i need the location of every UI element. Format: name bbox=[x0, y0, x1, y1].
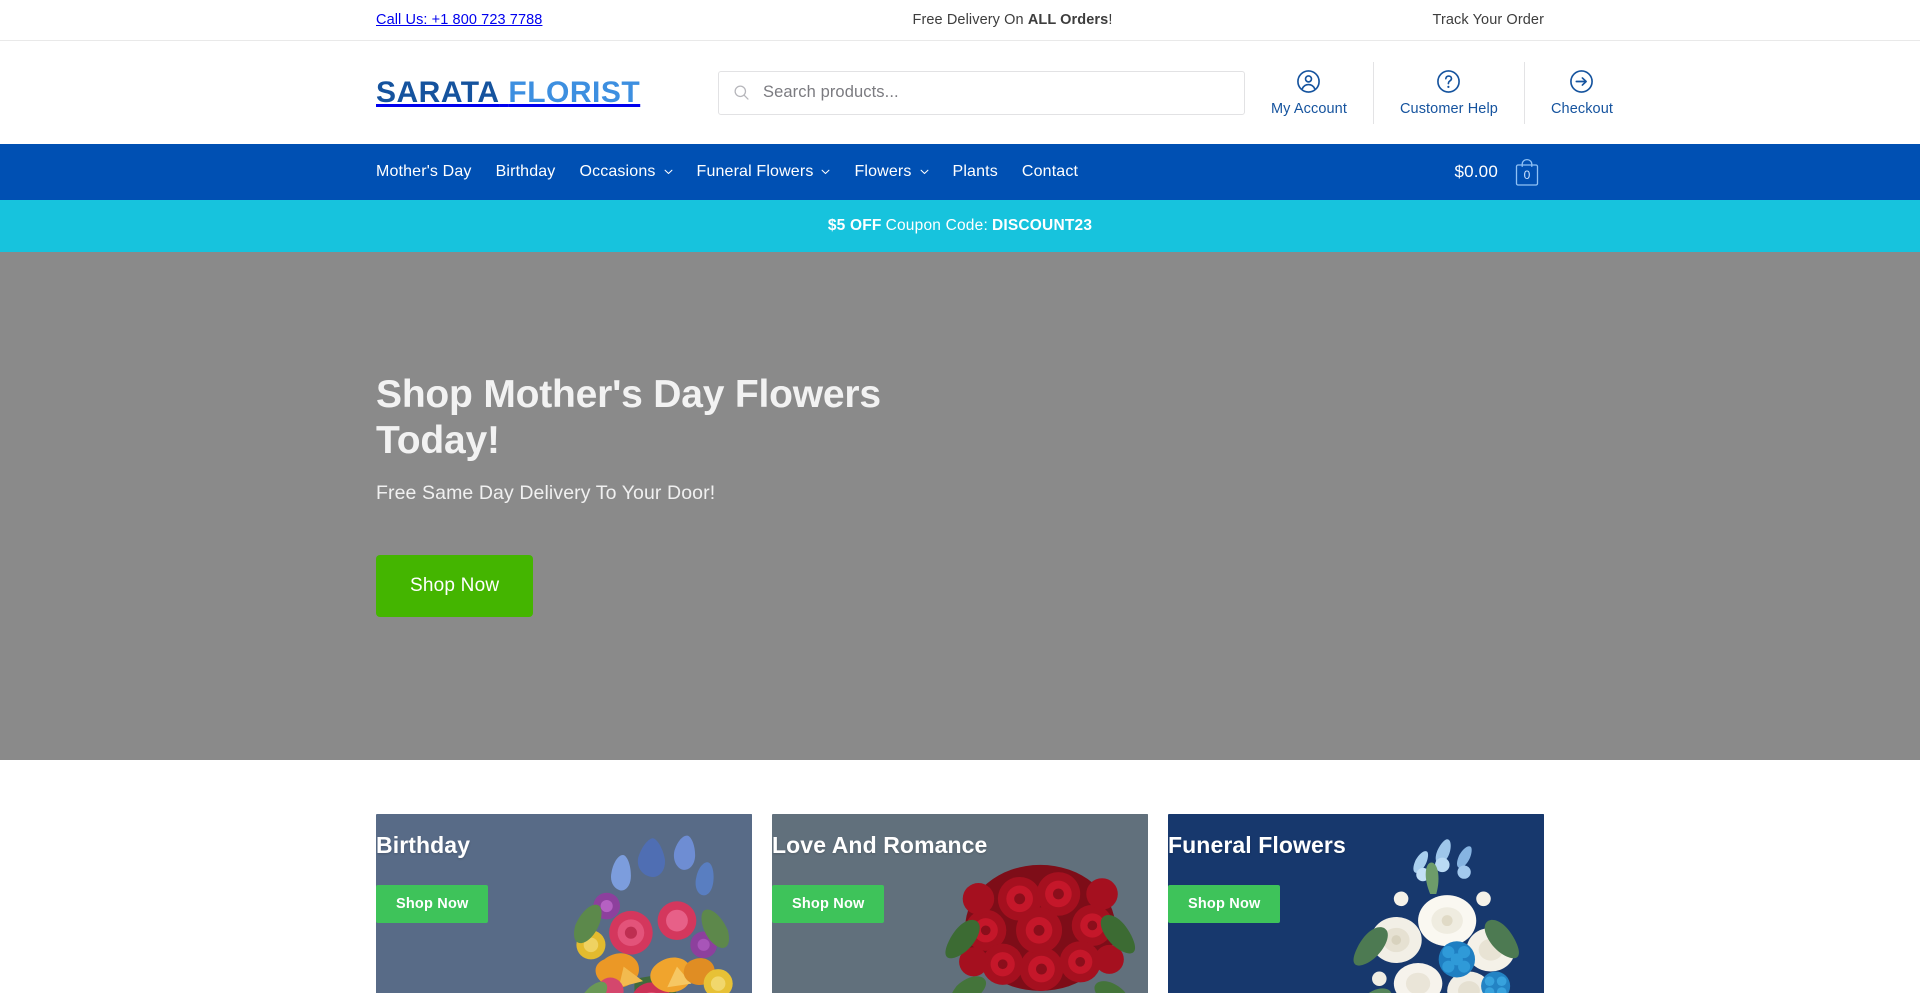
nav-label: Funeral Flowers bbox=[696, 163, 814, 180]
site-header-inner: SARATA FLORIST Search products... My Acc… bbox=[370, 61, 1613, 124]
coupon-banner: $5 OFF Coupon Code: DISCOUNT23 bbox=[0, 200, 1920, 252]
category-card-funeral-flowers[interactable]: Funeral Flowers Shop Now bbox=[1168, 814, 1544, 993]
checkout-button[interactable]: Checkout bbox=[1523, 61, 1639, 124]
hero-banner: Shop Mother's Day Flowers Today! Free Sa… bbox=[0, 252, 1920, 760]
user-circle-icon bbox=[1297, 69, 1321, 93]
top-utility-bar: Call Us: +1 800 723 7788 Free Delivery O… bbox=[0, 0, 1920, 41]
nav-label: Plants bbox=[952, 163, 998, 180]
search-input[interactable] bbox=[763, 83, 1230, 102]
cart-bag: 0 bbox=[1510, 156, 1544, 188]
coupon-code: DISCOUNT23 bbox=[991, 217, 1093, 234]
coupon-amount: $5 OFF bbox=[827, 217, 882, 234]
checkout-label: Checkout bbox=[1550, 100, 1614, 117]
my-account-button[interactable]: My Account bbox=[1245, 62, 1373, 124]
nav-item-mothers-day[interactable]: Mother's Day bbox=[376, 144, 484, 200]
search-form bbox=[718, 70, 1245, 115]
chevron-down-icon bbox=[664, 169, 672, 175]
card-title: Birthday bbox=[376, 832, 471, 858]
logo-text-secondary: FLORIST bbox=[508, 75, 641, 109]
track-order-link[interactable]: Track Your Order bbox=[1433, 12, 1544, 28]
page-root: Call Us: +1 800 723 7788 Free Delivery O… bbox=[0, 0, 1920, 993]
question-circle-icon bbox=[1437, 69, 1461, 93]
free-delivery-bold: ALL Orders bbox=[1027, 12, 1109, 28]
nav-label: Birthday bbox=[495, 163, 556, 180]
cart-total: $0.00 bbox=[1454, 162, 1498, 181]
nav-item-plants[interactable]: Plants bbox=[941, 144, 1010, 200]
nav-item-birthday[interactable]: Birthday bbox=[484, 144, 568, 200]
hero-shop-now-button[interactable]: Shop Now bbox=[376, 555, 534, 618]
free-delivery-prefix: Free Delivery On bbox=[912, 12, 1028, 28]
free-delivery-suffix: ! bbox=[1108, 12, 1113, 28]
search-icon bbox=[734, 85, 749, 100]
logo-text-primary: SARATA bbox=[376, 75, 500, 109]
nav-label: Flowers bbox=[854, 163, 912, 180]
nav-label: Mother's Day bbox=[376, 163, 472, 180]
nav-item-flowers[interactable]: Flowers bbox=[842, 144, 940, 200]
site-logo[interactable]: SARATA FLORIST bbox=[376, 75, 672, 109]
category-card-love-and-romance[interactable]: Love And Romance Shop Now bbox=[772, 814, 1148, 993]
header-actions: My Account Customer Help Checkout bbox=[1245, 61, 1639, 124]
top-utility-bar-inner: Call Us: +1 800 723 7788 Free Delivery O… bbox=[370, 12, 1550, 28]
card-shop-now-button[interactable]: Shop Now bbox=[772, 885, 885, 923]
primary-navigation: Mother's Day Birthday Occasions Funeral … bbox=[0, 144, 1920, 200]
card-shop-now-button[interactable]: Shop Now bbox=[376, 885, 489, 923]
nav-item-contact[interactable]: Contact bbox=[1010, 144, 1090, 200]
card-shop-now-button[interactable]: Shop Now bbox=[1168, 885, 1281, 923]
coupon-label: Coupon Code: bbox=[885, 217, 988, 234]
nav-label: Occasions bbox=[579, 163, 656, 180]
nav-item-occasions[interactable]: Occasions bbox=[567, 144, 684, 200]
hero-content: Shop Mother's Day Flowers Today! Free Sa… bbox=[376, 372, 936, 618]
chevron-down-icon bbox=[822, 169, 830, 175]
cart-count: 0 bbox=[1523, 168, 1531, 182]
site-header: SARATA FLORIST Search products... My Acc… bbox=[0, 41, 1920, 144]
hero-title: Shop Mother's Day Flowers Today! bbox=[376, 373, 881, 463]
cart-button[interactable]: $0.00 0 bbox=[1454, 156, 1544, 188]
category-card-birthday[interactable]: Birthday Shop Now bbox=[376, 814, 752, 993]
card-title: Funeral Flowers bbox=[1168, 832, 1346, 858]
customer-help-label: Customer Help bbox=[1399, 100, 1498, 117]
nav-item-funeral-flowers[interactable]: Funeral Flowers bbox=[685, 144, 843, 200]
my-account-label: My Account bbox=[1271, 100, 1347, 117]
nav-list: Mother's Day Birthday Occasions Funeral … bbox=[376, 144, 1090, 200]
primary-navigation-inner: Mother's Day Birthday Occasions Funeral … bbox=[370, 144, 1550, 200]
arrow-right-circle-icon bbox=[1570, 69, 1594, 93]
free-delivery-notice: Free Delivery On ALL Orders! bbox=[913, 12, 1113, 28]
nav-label: Contact bbox=[1021, 163, 1079, 180]
search-box[interactable] bbox=[718, 70, 1245, 115]
card-title: Love And Romance bbox=[772, 832, 988, 858]
hero-inner: Shop Mother's Day Flowers Today! Free Sa… bbox=[370, 252, 1550, 760]
hero-subtitle: Free Same Day Delivery To Your Door! bbox=[376, 482, 716, 505]
category-cards: Birthday Shop Now Love And Romance Shop … bbox=[370, 760, 1550, 993]
phone-link[interactable]: Call Us: +1 800 723 7788 bbox=[376, 12, 542, 28]
customer-help-button[interactable]: Customer Help bbox=[1372, 61, 1524, 124]
chevron-down-icon bbox=[920, 169, 928, 175]
